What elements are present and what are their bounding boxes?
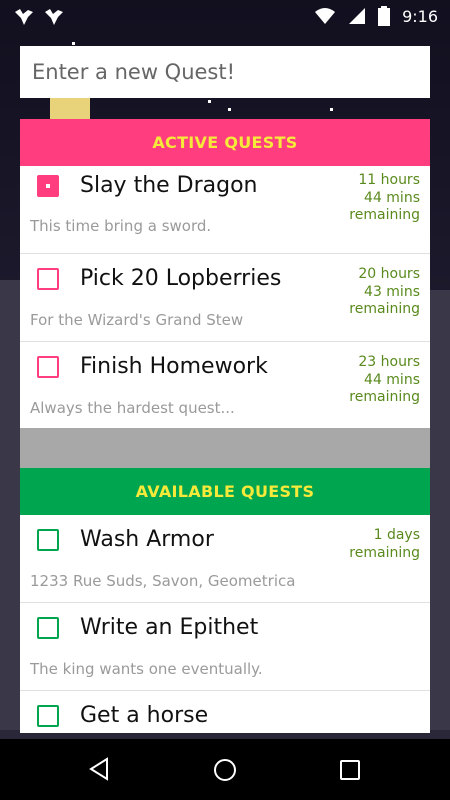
active-quests-header: ACTIVE QUESTS: [20, 119, 430, 166]
wifi-icon: [315, 8, 336, 24]
quest-checkbox[interactable]: [37, 175, 59, 197]
quest-subtitle: This time bring a sword.: [30, 217, 212, 235]
navigation-bar: [0, 739, 450, 800]
clock: 9:16: [402, 6, 438, 26]
available-quests-header: AVAILABLE QUESTS: [20, 468, 430, 515]
battery-icon: [378, 6, 391, 26]
quest-time-remaining: 11 hours 44 mins remaining: [349, 172, 420, 223]
star: [208, 100, 211, 103]
recents-icon[interactable]: [339, 759, 361, 781]
quest-item[interactable]: Wash Armor 1233 Rue Suds, Savon, Geometr…: [20, 515, 430, 603]
hill: [0, 280, 20, 740]
moon: [50, 95, 90, 119]
quest-title: Write an Epithet: [80, 615, 259, 640]
home-icon[interactable]: [213, 758, 237, 782]
hill: [430, 290, 450, 740]
quest-title: Get a horse: [80, 703, 209, 728]
star: [330, 108, 333, 111]
quest-time-remaining: 1 days remaining: [349, 527, 420, 561]
status-bar: 9:16: [0, 0, 450, 32]
quest-subtitle: Always the hardest quest...: [30, 399, 235, 417]
signal-icon: [349, 8, 366, 24]
back-icon[interactable]: [88, 757, 110, 781]
quest-time-remaining: 23 hours 44 mins remaining: [349, 354, 420, 405]
star: [72, 42, 75, 45]
quest-item[interactable]: Slay the Dragon This time bring a sword.…: [20, 166, 430, 254]
quest-time-remaining: 20 hours 43 mins remaining: [349, 266, 420, 317]
quest-checkbox[interactable]: [37, 705, 59, 727]
quest-title: Finish Homework: [80, 354, 268, 379]
quest-title: Wash Armor: [80, 527, 214, 552]
quest-item[interactable]: Get a horse: [20, 691, 430, 733]
star: [228, 108, 231, 111]
quest-checkbox[interactable]: [37, 529, 59, 551]
quest-item[interactable]: Pick 20 Lopberries For the Wizard's Gran…: [20, 254, 430, 342]
quest-checkbox[interactable]: [37, 356, 59, 378]
quest-checkbox[interactable]: [37, 268, 59, 290]
bird-notification-icon: [15, 9, 33, 25]
quest-item[interactable]: Finish Homework Always the hardest quest…: [20, 342, 430, 428]
quest-title: Pick 20 Lopberries: [80, 266, 282, 291]
quest-subtitle: For the Wizard's Grand Stew: [30, 311, 244, 329]
bird-notification-icon: [45, 9, 63, 25]
quest-subtitle: The king wants one eventually.: [30, 660, 263, 678]
new-quest-input[interactable]: [20, 46, 430, 98]
quest-checkbox[interactable]: [37, 617, 59, 639]
active-quests-panel: ACTIVE QUESTS Slay the Dragon This time …: [20, 119, 430, 733]
section-spacer: [20, 428, 430, 468]
quest-title: Slay the Dragon: [80, 173, 258, 198]
quest-subtitle: 1233 Rue Suds, Savon, Geometrica: [30, 572, 296, 590]
quest-item[interactable]: Write an Epithet The king wants one even…: [20, 603, 430, 691]
